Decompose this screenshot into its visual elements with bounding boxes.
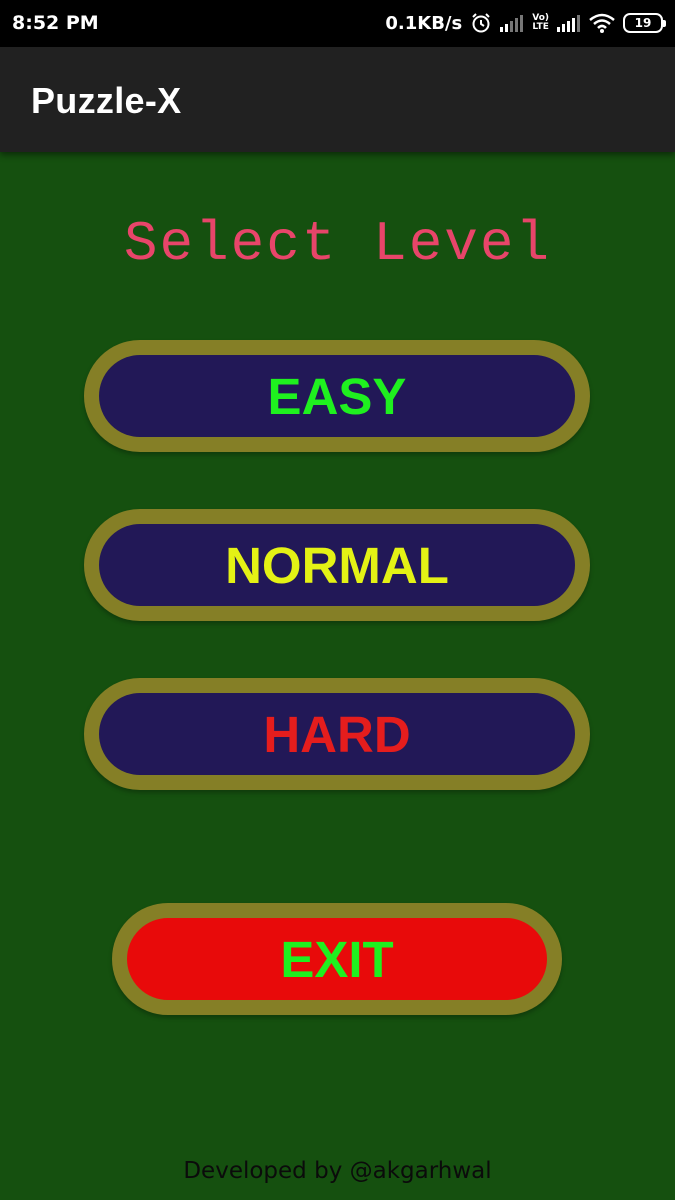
exit-button-label: EXIT: [280, 930, 394, 988]
app-bar: Puzzle-X: [0, 47, 675, 152]
alarm-icon: [470, 12, 492, 34]
network-speed: 0.1KB/s: [385, 12, 463, 34]
battery-icon: 19: [623, 13, 666, 33]
status-time: 8:52 PM: [12, 12, 99, 34]
battery-level: 19: [634, 16, 652, 30]
hard-button-label: HARD: [263, 705, 411, 763]
easy-button[interactable]: EASY: [84, 340, 590, 452]
signal-weak-icon: [500, 14, 524, 32]
developer-credit: Developed by @akgarhwal: [183, 1158, 492, 1184]
normal-button[interactable]: NORMAL: [84, 509, 590, 621]
volte-icon: Vo) LTE: [532, 14, 549, 32]
wifi-icon: [589, 13, 615, 33]
signal-icon: [557, 14, 581, 32]
hard-button[interactable]: HARD: [84, 678, 590, 790]
exit-button[interactable]: EXIT: [112, 903, 562, 1015]
volte-bottom-label: LTE: [532, 22, 549, 32]
normal-button-label: NORMAL: [225, 536, 449, 594]
status-bar: 8:52 PM 0.1KB/s Vo) LTE 19: [0, 0, 675, 47]
easy-button-label: EASY: [267, 367, 407, 425]
app-title: Puzzle-X: [31, 80, 182, 121]
status-icons: 0.1KB/s Vo) LTE 19: [385, 9, 666, 37]
select-level-heading: Select Level: [123, 212, 552, 276]
